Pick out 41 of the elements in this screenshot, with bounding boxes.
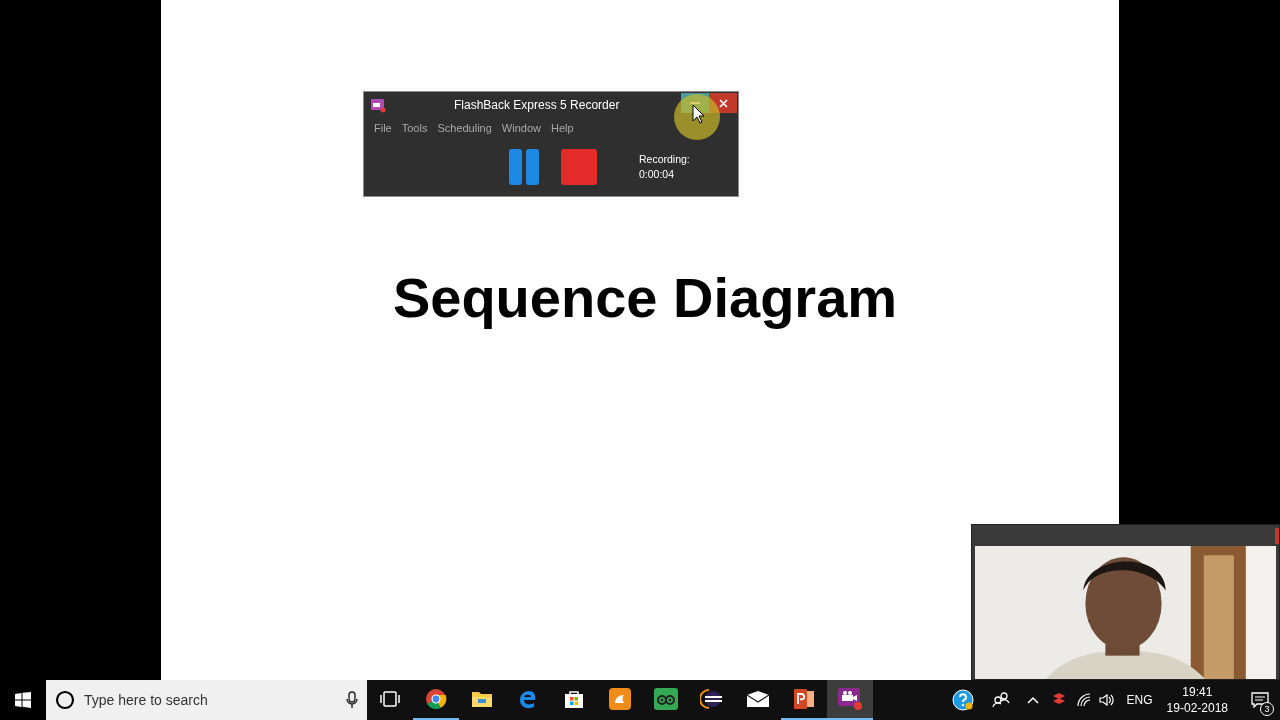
shopping-bag-icon — [564, 689, 584, 709]
task-view-icon — [380, 691, 400, 707]
search-input[interactable]: Type here to search — [84, 689, 346, 711]
clock-time: 19:41 — [1182, 684, 1213, 700]
browser-icon — [425, 688, 447, 710]
people-icon — [991, 692, 1010, 708]
recording-label: Recording: — [639, 152, 690, 167]
clock[interactable]: 19:41 19-02-2018 — [1166, 684, 1228, 716]
eclipse-icon — [700, 689, 724, 709]
language-indicator[interactable]: ENG — [1126, 691, 1153, 709]
start-button[interactable] — [0, 680, 46, 720]
cursor-icon — [692, 104, 704, 124]
letter-e-icon — [518, 689, 538, 709]
presentation-app-icon — [793, 688, 815, 710]
chevron-up-icon — [1026, 696, 1039, 704]
help-icon — [951, 689, 974, 711]
microphone-icon — [346, 691, 358, 709]
menu-item[interactable]: File — [374, 119, 392, 137]
menu-item[interactable]: Window — [501, 119, 541, 137]
search-field[interactable]: Type here to search — [46, 680, 367, 720]
close-icon — [718, 98, 728, 108]
taskbar-app[interactable] — [827, 680, 873, 720]
video-camera-icon — [370, 97, 386, 113]
owl-eyes-icon — [654, 688, 678, 710]
speaker-icon — [1098, 693, 1115, 707]
message-icon — [1251, 692, 1269, 708]
menu-item[interactable]: Help — [551, 119, 574, 137]
wifi-icon — [1076, 693, 1091, 707]
pause-button[interactable] — [509, 149, 539, 185]
windows-logo-icon — [15, 692, 31, 708]
menu-item[interactable]: Scheduling — [437, 119, 492, 137]
menu-item[interactable]: Tools — [401, 119, 428, 137]
notification-button[interactable]: 3 — [1240, 680, 1280, 720]
search-ring-icon — [55, 690, 75, 710]
folder-icon — [471, 690, 493, 708]
envelope-icon — [746, 690, 770, 708]
clock-date: 19-02-2018 — [1166, 700, 1228, 716]
elapsed-time: 0:00:04 — [639, 167, 676, 182]
window-title: FlashBack Express 5 Recorder — [454, 97, 620, 114]
video-camera-icon — [837, 687, 863, 711]
notification-count: 3 — [1260, 702, 1274, 716]
